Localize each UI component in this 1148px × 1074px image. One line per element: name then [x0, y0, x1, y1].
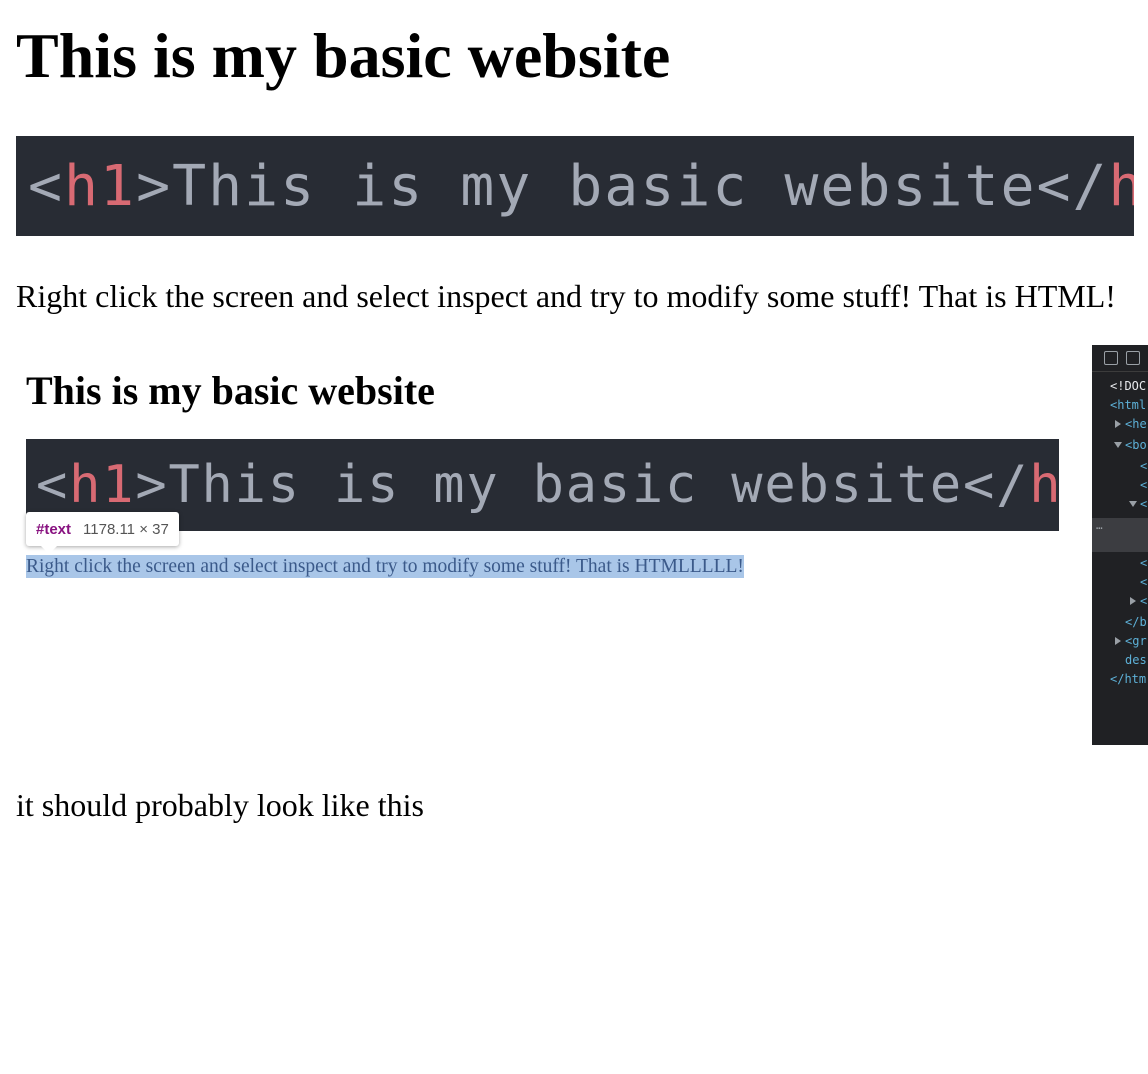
code-close-tag: h1 [1108, 153, 1134, 219]
devtools-line-gr[interactable]: <gr [1125, 632, 1147, 651]
highlighted-text-node: Right click the screen and select inspec… [26, 555, 744, 578]
devtools-toolbar [1092, 345, 1148, 372]
devtools-line-child[interactable]: < [1140, 554, 1147, 573]
embedded-code-snippet: <h1>This is my basic website</h1> [26, 439, 1059, 531]
devtools-line-body[interactable]: <bo [1125, 436, 1147, 455]
tooltip-arrow [40, 545, 58, 554]
inspect-tooltip: #text 1178.11 × 37 [26, 512, 179, 554]
code-text: This is my basic website [172, 153, 1037, 219]
expand-arrow-icon[interactable] [1115, 420, 1121, 428]
expand-arrow-icon[interactable] [1115, 637, 1121, 645]
code-close-tag: h1 [1029, 455, 1059, 515]
intro-paragraph: Right click the screen and select inspec… [16, 278, 1116, 314]
code-open-bracket: < [36, 455, 70, 515]
page-heading: This is my basic website [16, 20, 671, 91]
code-open-close: > [136, 153, 173, 219]
devtools-line-child[interactable]: < [1140, 592, 1147, 611]
code-open-close: > [135, 455, 169, 515]
devtools-line-child[interactable]: < [1140, 573, 1147, 592]
devtools-line-html[interactable]: <html [1110, 396, 1146, 415]
code-text: This is my basic website [168, 455, 963, 515]
code-open-tag: h1 [64, 153, 137, 219]
devtools-panel: … <!DOC <html <he <bo < < < < < < </b <g… [1092, 345, 1148, 745]
code-close-bracket: </ [1036, 153, 1109, 219]
devtools-line-child[interactable]: < [1140, 457, 1147, 476]
expand-arrow-icon[interactable] [1130, 597, 1136, 605]
devtools-line-body-close[interactable]: </b [1125, 613, 1147, 632]
devtools-line-des[interactable]: des [1125, 651, 1147, 670]
devtools-ellipsis[interactable]: … [1096, 520, 1103, 532]
tooltip-node-name: #text [36, 520, 72, 538]
devtools-line-child[interactable]: < [1140, 495, 1147, 514]
code-close-bracket: </ [963, 455, 1030, 515]
code-open-tag: h1 [69, 455, 136, 515]
code-snippet-image: <h1>This is my basic website</h1> [16, 136, 1134, 236]
devtools-line-doctype[interactable]: <!DOC [1110, 377, 1146, 396]
code-open-bracket: < [28, 153, 65, 219]
inspect-element-icon[interactable] [1104, 351, 1118, 365]
collapse-arrow-icon[interactable] [1129, 501, 1137, 507]
devtools-line-head[interactable]: <he [1125, 415, 1147, 434]
devtools-line-child[interactable]: < [1140, 476, 1147, 495]
outro-paragraph: it should probably look like this [16, 787, 424, 823]
tooltip-node-size: 1178.11 × 37 [83, 520, 169, 538]
device-toolbar-icon[interactable] [1126, 351, 1140, 365]
collapse-arrow-icon[interactable] [1114, 442, 1122, 448]
embedded-heading: This is my basic website [26, 368, 435, 413]
devtools-line-html-close[interactable]: </htm [1110, 670, 1146, 689]
